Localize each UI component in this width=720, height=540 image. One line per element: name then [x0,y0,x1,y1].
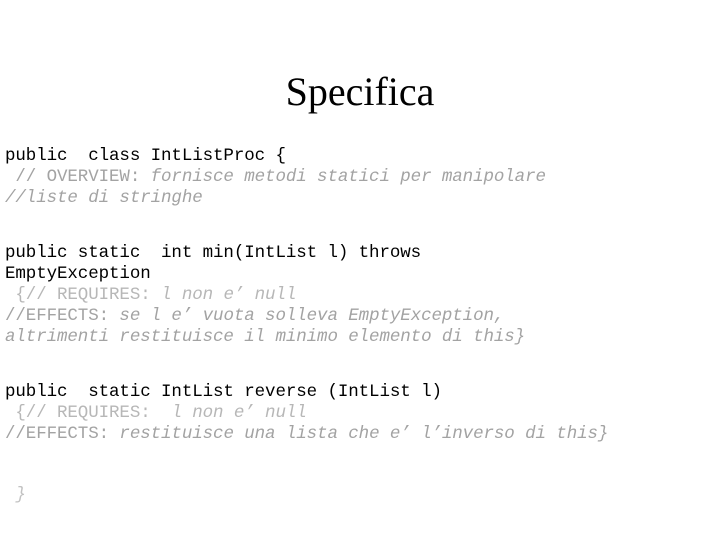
min-signature-text-1: public static int min(IntList l) throws [5,243,422,263]
reverse-effects-text: restituisce una lista che e’ l’inverso d… [119,424,609,444]
code-line-overview: // OVERVIEW: fornisce metodi statici per… [5,167,717,188]
reverse-effects-marker: //EFFECTS: [5,424,120,444]
code-line-reverse-signature: public static IntList reverse (IntList l… [5,382,717,403]
reverse-requires-text: l non e’ null [171,403,307,423]
overview-marker: // OVERVIEW: [5,167,151,187]
page-title: Specifica [285,69,435,114]
class-declaration-text: public class IntListProc { [5,146,286,166]
overview-continuation-text: //liste di stringhe [5,188,203,208]
min-effects-text: se l e’ vuota solleva EmptyException, [119,306,505,326]
code-line-class-declaration: public class IntListProc { [5,146,717,167]
code-line-class-close: } [5,485,27,505]
code-line-min-effects: //EFFECTS: se l e’ vuota solleva EmptyEx… [5,306,717,327]
slide-canvas: Specifica public class IntListProc { // … [0,0,720,540]
min-effects-continuation-text: altrimenti restituisce il minimo element… [5,327,526,347]
reverse-signature-text: public static IntList reverse (IntList l… [5,382,442,402]
code-line-reverse-effects: //EFFECTS: restituisce una lista che e’ … [5,424,717,445]
reverse-requires-marker: {// REQUIRES: [5,403,172,423]
code-spacer-2 [5,348,717,382]
code-line-min-effects-continued: altrimenti restituisce il minimo element… [5,327,717,348]
code-line-min-signature-1: public static int min(IntList l) throws [5,243,717,264]
code-line-min-requires: {// REQUIRES: l non e’ null [5,285,717,306]
min-requires-text: l non e’ null [161,285,297,305]
min-signature-text-2: EmptyException [5,264,151,284]
code-line-reverse-requires: {// REQUIRES: l non e’ null [5,403,717,424]
overview-text: fornisce metodi statici per manipolare [150,167,546,187]
min-effects-marker: //EFFECTS: [5,306,120,326]
min-requires-marker: {// REQUIRES: [5,285,162,305]
code-block: public class IntListProc { // OVERVIEW: … [5,146,717,506]
code-spacer-3 [5,445,717,485]
code-spacer-1 [5,209,717,243]
code-line-min-signature-2: EmptyException [5,264,717,285]
code-line-overview-continued: //liste di stringhe [5,188,717,209]
